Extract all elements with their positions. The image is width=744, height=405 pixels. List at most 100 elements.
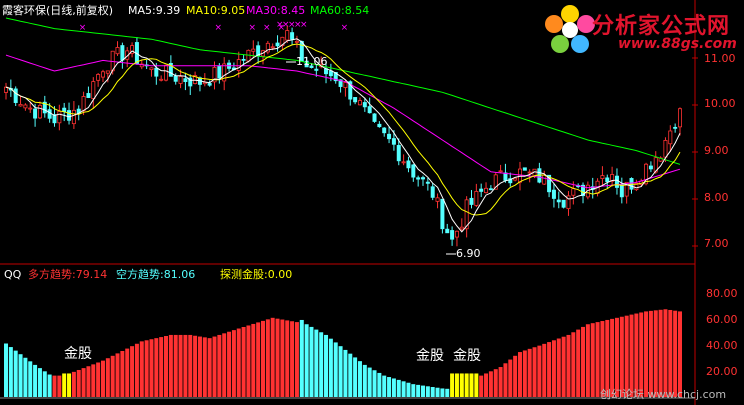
bull-bar xyxy=(668,309,673,397)
bear-bar xyxy=(319,332,324,397)
candle-body xyxy=(522,167,527,171)
candle-body xyxy=(513,177,518,181)
candle-body xyxy=(96,74,101,81)
bull-bar xyxy=(159,337,164,397)
candle-body xyxy=(450,230,455,240)
bear-bar xyxy=(33,364,38,397)
candle-body xyxy=(343,82,348,88)
candle-body xyxy=(663,140,668,158)
candle-body xyxy=(503,172,508,181)
candle-body xyxy=(488,188,493,191)
candle-body xyxy=(527,171,532,174)
candle-body xyxy=(328,70,333,77)
bull-bar xyxy=(100,360,105,397)
candle-body xyxy=(619,184,624,198)
candle-body xyxy=(556,199,561,203)
indicator-name: QQ xyxy=(4,268,22,281)
candle-body xyxy=(440,198,445,230)
candle-body xyxy=(416,177,421,180)
bull-bar xyxy=(517,352,522,397)
bear-bar xyxy=(304,324,309,397)
bull-bar xyxy=(125,348,130,397)
bull-bar xyxy=(678,311,682,397)
chart-canvas[interactable]: × × × × × ×××××× xyxy=(0,0,744,405)
logo-url: www.88gs.com xyxy=(618,36,737,52)
candle-body xyxy=(18,104,23,107)
bear-bar xyxy=(367,367,372,397)
bear-bar xyxy=(401,381,406,397)
bear-bar xyxy=(299,319,304,397)
candle-body xyxy=(430,186,435,198)
bull-bar xyxy=(71,371,76,397)
candle-body xyxy=(86,93,91,98)
candle-body xyxy=(571,188,576,196)
candle-body xyxy=(396,145,401,162)
bull-bar xyxy=(139,341,144,397)
gold-bar xyxy=(450,373,455,397)
candle-body xyxy=(178,76,183,84)
bull-bar xyxy=(265,319,270,397)
candle-body xyxy=(648,165,653,170)
bull-bar xyxy=(576,329,581,397)
marker-x-2: × xyxy=(248,23,256,33)
candle-body xyxy=(67,110,72,121)
candle-body xyxy=(290,32,295,40)
bull-trend-label: 多方趋势:79.14 xyxy=(28,268,108,281)
price-tick-3: 9.00 xyxy=(704,144,729,157)
bull-bar xyxy=(513,355,518,397)
candle-body xyxy=(105,70,110,74)
candle-body xyxy=(484,187,489,194)
bull-bar xyxy=(285,320,290,397)
bear-bar xyxy=(377,372,382,397)
candle-body xyxy=(91,81,96,99)
gold-bar xyxy=(67,373,72,397)
gold-detect-label: 探测金股:0.00 xyxy=(220,268,293,281)
bull-bar xyxy=(644,311,649,397)
bear-bar xyxy=(421,385,426,397)
bull-bar xyxy=(115,353,120,397)
candle-body xyxy=(367,106,372,114)
bull-bar xyxy=(52,375,57,397)
bull-bar xyxy=(581,326,586,397)
bull-bar xyxy=(251,323,256,397)
bull-bar xyxy=(149,339,154,397)
bull-bar xyxy=(246,325,251,397)
bull-bar xyxy=(585,324,590,397)
candle-body xyxy=(678,108,683,128)
bull-bar xyxy=(290,321,295,397)
candle-body xyxy=(382,127,387,134)
candle-body xyxy=(498,170,503,173)
bull-bar xyxy=(493,369,498,397)
candle-body xyxy=(270,46,275,49)
gold-bar xyxy=(62,373,67,397)
high-annotation: 11.06 xyxy=(296,55,328,68)
bull-bar xyxy=(110,355,115,397)
bull-bar xyxy=(503,363,508,397)
bull-bar xyxy=(91,364,96,397)
bear-bar xyxy=(445,388,450,397)
marker-x-5: × xyxy=(341,23,349,33)
candle-body xyxy=(241,58,246,61)
candle-body xyxy=(357,100,362,106)
bull-bar xyxy=(168,334,173,397)
bear-bar xyxy=(37,368,42,397)
candle-body xyxy=(57,111,62,124)
bear-bar xyxy=(18,354,23,397)
ma60-label: MA60:8.54 xyxy=(310,4,370,17)
gold-bar xyxy=(454,373,459,397)
bull-bar xyxy=(653,310,658,397)
candle-body xyxy=(115,47,120,55)
bull-bar xyxy=(590,323,595,397)
price-tick-2: 10.00 xyxy=(704,97,736,110)
bear-bar xyxy=(324,334,329,397)
bear-bar xyxy=(362,364,367,397)
bull-bar xyxy=(551,340,556,397)
bear-bar xyxy=(8,347,13,397)
candle-body xyxy=(217,65,222,79)
bull-bar xyxy=(484,373,489,397)
bull-bar xyxy=(256,322,261,397)
bull-bar xyxy=(197,336,202,397)
bull-bar xyxy=(183,334,188,397)
bear-bar xyxy=(333,342,338,397)
gold-mark-2: 金股 xyxy=(416,348,444,364)
